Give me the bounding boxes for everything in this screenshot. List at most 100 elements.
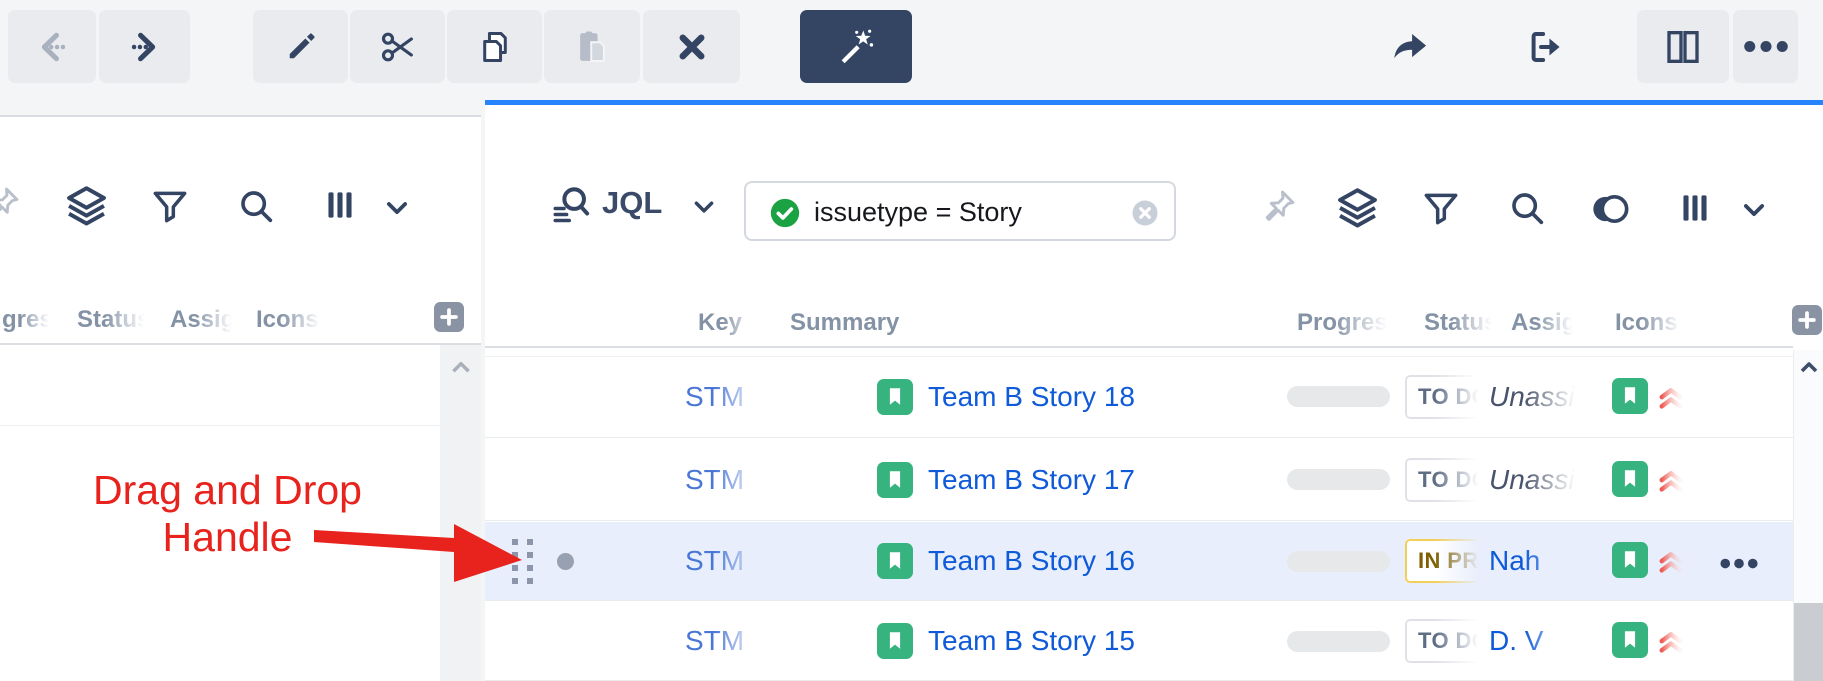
pencil-icon xyxy=(283,29,319,65)
pin-icon[interactable] xyxy=(0,184,22,222)
scrollbar-track[interactable] xyxy=(440,345,481,681)
jql-query-text[interactable]: issuetype = Story xyxy=(814,197,1022,228)
magic-wand-button[interactable] xyxy=(800,10,912,83)
share-button[interactable] xyxy=(1385,10,1435,83)
jql-search-icon xyxy=(550,183,592,225)
jql-query-input[interactable]: issuetype = Story xyxy=(744,181,1176,241)
chevron-down-icon[interactable] xyxy=(382,193,412,223)
export-button[interactable] xyxy=(1520,10,1570,83)
copy-button[interactable] xyxy=(447,10,542,83)
row-marker-dot xyxy=(557,553,574,570)
chevron-down-icon[interactable] xyxy=(690,193,718,221)
clear-query-icon[interactable] xyxy=(1130,198,1160,228)
column-header-key[interactable]: Key xyxy=(698,309,762,337)
structure-app-window: gress Status Assignee Icons JQL xyxy=(0,0,1823,681)
search-icon[interactable] xyxy=(236,186,276,226)
scroll-up-icon[interactable] xyxy=(448,355,474,381)
history-back-button[interactable] xyxy=(8,10,96,83)
columns-icon[interactable] xyxy=(322,187,358,223)
story-icon xyxy=(1612,542,1648,578)
contrast-icon[interactable] xyxy=(1590,189,1630,229)
issue-key-link[interactable]: STM xyxy=(685,380,763,414)
plus-icon xyxy=(434,302,464,332)
status-lozenge[interactable]: TO DO xyxy=(1405,619,1483,663)
priority-highest-icon xyxy=(1654,379,1688,413)
issue-key-link[interactable]: STM xyxy=(685,544,763,578)
add-column-button[interactable] xyxy=(434,302,464,332)
edit-button[interactable] xyxy=(253,10,348,83)
main-structure-panel: JQL issuetype = Story xyxy=(485,100,1823,681)
issue-row-selected[interactable]: STM Team B Story 16 IN PROGRESS Nah xyxy=(485,522,1793,601)
scroll-up-icon[interactable] xyxy=(1797,356,1821,380)
row-divider xyxy=(0,425,440,426)
issue-key-link[interactable]: STM xyxy=(685,624,763,658)
column-header-progress[interactable]: Progress xyxy=(1297,309,1393,337)
progress-bar xyxy=(1287,469,1390,490)
assignee-link[interactable]: Nah xyxy=(1489,544,1581,578)
pin-icon[interactable] xyxy=(1260,187,1298,225)
two-pane-layout-icon xyxy=(1663,27,1703,67)
assignee-link[interactable]: Unassigned xyxy=(1489,380,1581,414)
column-header-icons[interactable]: Icons xyxy=(1615,309,1685,337)
progress-bar xyxy=(1287,631,1390,652)
priority-highest-icon xyxy=(1654,623,1688,657)
chevron-down-icon[interactable] xyxy=(1739,195,1769,225)
row-actions-button[interactable] xyxy=(1719,558,1759,569)
column-header-assignee[interactable]: Assignee xyxy=(170,306,236,334)
column-header-progress[interactable]: gress xyxy=(2,306,52,334)
column-header-summary[interactable]: Summary xyxy=(790,309,970,337)
progress-bar xyxy=(1287,386,1390,407)
issue-row[interactable]: STM Team B Story 17 TO DO Unassigned xyxy=(485,439,1793,521)
issue-row[interactable]: STM Team B Story 15 TO DO D. V xyxy=(485,602,1793,681)
status-lozenge[interactable]: IN PROGRESS xyxy=(1405,539,1483,583)
priority-highest-icon xyxy=(1654,462,1688,496)
plus-icon xyxy=(1792,305,1822,335)
export-icon xyxy=(1526,28,1564,66)
paste-button[interactable] xyxy=(544,10,640,83)
delete-button[interactable] xyxy=(643,10,740,83)
story-icon xyxy=(1612,461,1648,497)
back-icon xyxy=(33,28,71,66)
header-divider xyxy=(0,343,481,345)
magic-wand-icon xyxy=(835,26,877,68)
assignee-link[interactable]: Unassigned xyxy=(1489,463,1581,497)
column-header-assignee[interactable]: Assignee xyxy=(1511,309,1577,337)
assignee-link[interactable]: D. V xyxy=(1489,624,1581,658)
issue-row[interactable]: STM Team B Story 18 TO DO Unassigned xyxy=(485,357,1793,438)
story-icon xyxy=(877,462,913,498)
columns-icon[interactable] xyxy=(1677,190,1713,226)
issue-summary-link[interactable]: Team B Story 16 xyxy=(928,544,1268,578)
header-divider xyxy=(485,346,1793,348)
status-lozenge[interactable]: TO DO xyxy=(1405,375,1483,419)
issue-summary-link[interactable]: Team B Story 18 xyxy=(928,380,1268,414)
paste-icon xyxy=(573,28,611,66)
priority-highest-icon xyxy=(1654,543,1688,577)
history-forward-button[interactable] xyxy=(99,10,190,83)
add-column-button[interactable] xyxy=(1792,305,1822,335)
issue-summary-link[interactable]: Team B Story 17 xyxy=(928,463,1268,497)
forward-icon xyxy=(126,28,164,66)
filter-icon[interactable] xyxy=(150,186,190,226)
story-icon xyxy=(1612,378,1648,414)
scissors-icon xyxy=(378,27,418,67)
jql-mode-selector[interactable]: JQL xyxy=(602,185,662,221)
column-header-status[interactable]: Status xyxy=(1424,309,1496,337)
more-options-button[interactable] xyxy=(1733,10,1798,83)
issue-summary-link[interactable]: Team B Story 15 xyxy=(928,624,1268,658)
filter-icon[interactable] xyxy=(1421,188,1461,228)
layout-columns-button[interactable] xyxy=(1637,10,1729,83)
scrollbar-thumb[interactable] xyxy=(1794,603,1823,681)
status-lozenge[interactable]: TO DO xyxy=(1405,458,1483,502)
cut-button[interactable] xyxy=(350,10,445,83)
group-layers-icon[interactable] xyxy=(64,183,109,228)
group-layers-icon[interactable] xyxy=(1335,185,1380,230)
column-header-status[interactable]: Status xyxy=(77,306,149,334)
story-icon xyxy=(1612,622,1648,658)
story-icon xyxy=(877,543,913,579)
search-icon[interactable] xyxy=(1507,188,1547,228)
progress-bar xyxy=(1287,551,1390,572)
column-header-icons[interactable]: Icons xyxy=(256,306,324,334)
issue-key-link[interactable]: STM xyxy=(685,463,763,497)
annotation-arrow xyxy=(312,514,530,588)
query-valid-icon xyxy=(768,196,802,230)
